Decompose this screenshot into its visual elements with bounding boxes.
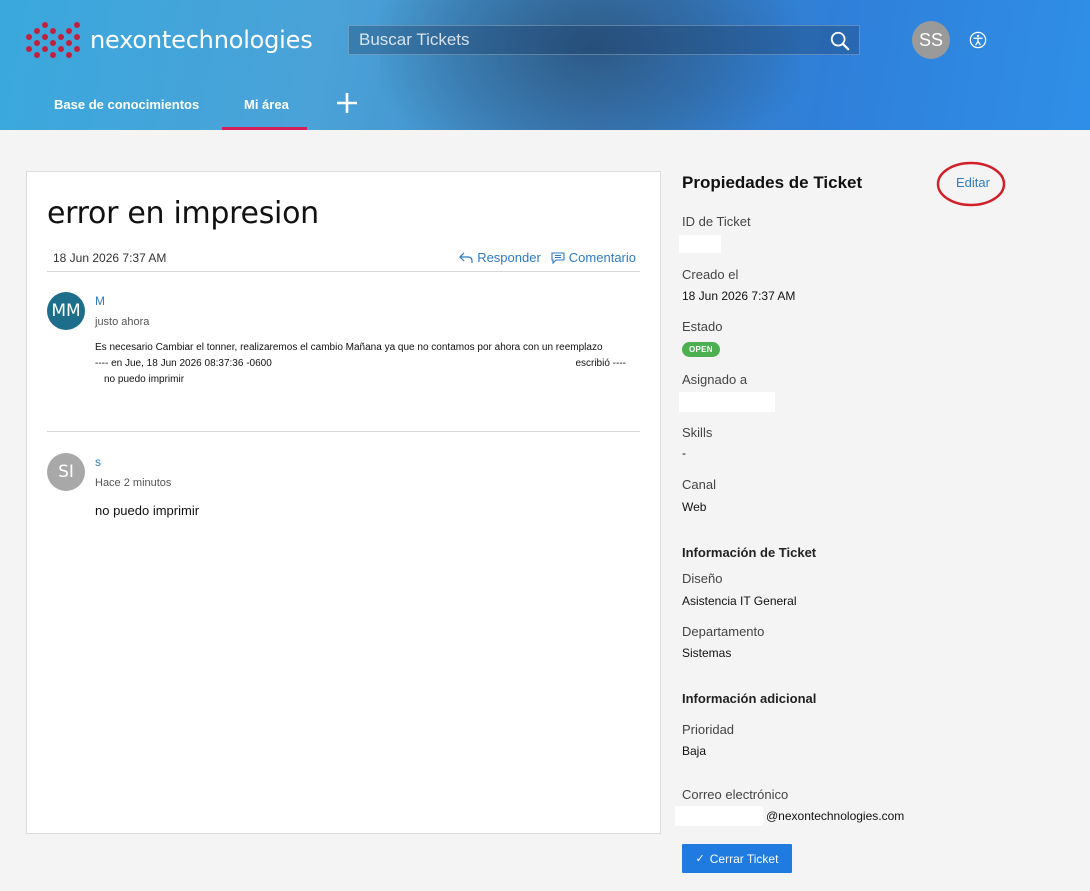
comment-button[interactable]: Comentario xyxy=(551,250,636,265)
status-label: Estado xyxy=(682,319,723,334)
priority-label: Prioridad xyxy=(682,722,735,737)
design-value: Asistencia IT General xyxy=(682,594,797,608)
ticket-date: 18 Jun 2026 7:37 AM xyxy=(53,251,167,265)
reply-icon xyxy=(459,252,473,263)
tab-my-area[interactable]: Mi área xyxy=(244,84,289,130)
close-ticket-button[interactable]: ✓ Cerrar Ticket xyxy=(682,844,792,873)
quote-wrote: escribió ---- xyxy=(575,358,626,369)
design-label: Diseño xyxy=(682,571,723,586)
thread-post: MM M justo ahora Es necesario Cambiar el… xyxy=(47,292,640,422)
avatar: MM xyxy=(47,292,85,330)
search-icon[interactable] xyxy=(829,30,851,52)
logo-dot xyxy=(74,22,80,28)
post-line: Es necesario Cambiar el tonner, realizar… xyxy=(95,342,603,353)
post-author[interactable]: M xyxy=(95,294,105,308)
top-header: nexontechnologies SS Base de conocimient… xyxy=(0,0,1090,130)
logo-dot xyxy=(34,52,40,58)
channel-label: Canal xyxy=(682,477,716,492)
logo-dot xyxy=(66,40,72,46)
comment-label: Comentario xyxy=(568,250,636,265)
search-input[interactable] xyxy=(349,26,859,54)
user-avatar[interactable]: SS xyxy=(912,21,950,59)
logo-dot xyxy=(42,46,48,52)
checkmark-icon: ✓ xyxy=(695,853,705,865)
skills-value: - xyxy=(682,446,686,460)
ticket-actions: Responder Comentario xyxy=(449,250,636,265)
assigned-label: Asignado a xyxy=(682,372,748,387)
priority-value: Baja xyxy=(682,744,707,758)
logo-dot xyxy=(34,40,40,46)
logo-dot xyxy=(74,46,80,52)
annotation-circle xyxy=(936,161,1006,207)
post-author[interactable]: s xyxy=(95,455,101,469)
department-label: Departamento xyxy=(682,624,765,639)
search-box xyxy=(348,25,860,55)
post-body: Es necesario Cambiar el tonner, realizar… xyxy=(95,340,630,388)
logo-dot xyxy=(74,34,80,40)
redacted-assignee xyxy=(679,392,775,412)
quoted-text: no puedo imprimir xyxy=(104,374,185,385)
status-badge: OPEN xyxy=(682,342,720,357)
ticket-id-label: ID de Ticket xyxy=(682,214,751,229)
logo-dot xyxy=(58,34,64,40)
logo-dot xyxy=(50,52,56,58)
skills-label: Skills xyxy=(682,425,713,440)
logo-dot xyxy=(26,46,32,52)
channel-value: Web xyxy=(682,500,707,514)
created-value: 18 Jun 2026 7:37 AM xyxy=(682,289,796,303)
logo-dot xyxy=(50,28,56,34)
ticket-detail-card: error en impresion 18 Jun 2026 7:37 AM R… xyxy=(26,171,661,834)
comment-icon xyxy=(551,251,565,264)
reply-button[interactable]: Responder xyxy=(459,250,541,265)
quote-date: ---- en Jue, 18 Jun 2026 08:37:36 -0600 xyxy=(95,358,272,369)
logo-dot xyxy=(34,28,40,34)
avatar: SI xyxy=(47,453,85,491)
add-tab-plus-icon[interactable] xyxy=(336,92,358,114)
redacted-ticket-id xyxy=(679,235,721,253)
additional-info-heading: Información adicional xyxy=(682,691,817,706)
properties-title: Propiedades de Ticket xyxy=(682,173,863,192)
logo-dot xyxy=(50,40,56,46)
department-value: Sistemas xyxy=(682,646,732,660)
active-tab-indicator xyxy=(222,127,307,130)
tab-knowledge-base[interactable]: Base de conocimientos xyxy=(54,84,199,130)
accessibility-icon[interactable] xyxy=(969,31,987,49)
redacted-email-user xyxy=(675,806,763,826)
created-label: Creado el xyxy=(682,267,739,282)
post-time: Hace 2 minutos xyxy=(95,477,172,489)
logo-dot xyxy=(42,22,48,28)
logo-dot xyxy=(42,34,48,40)
post-divider xyxy=(47,431,640,432)
logo-dot xyxy=(66,28,72,34)
email-value: @nexontechnologies.com xyxy=(766,809,905,823)
ticket-info-heading: Información de Ticket xyxy=(682,545,817,560)
reply-label: Responder xyxy=(477,250,541,265)
post-body: no puedo imprimir xyxy=(95,503,200,518)
ticket-title: error en impresion xyxy=(47,196,319,231)
brand-name: nexontechnologies xyxy=(90,26,313,54)
logo-dots-icon xyxy=(26,20,82,60)
header-divider xyxy=(47,271,640,272)
post-time: justo ahora xyxy=(95,316,150,328)
logo-dot xyxy=(26,34,32,40)
email-label: Correo electrónico xyxy=(682,787,789,802)
brand-logo[interactable]: nexontechnologies xyxy=(26,20,313,60)
logo-dot xyxy=(66,52,72,58)
main-nav: Base de conocimientos Mi área xyxy=(0,84,1090,130)
thread-post: SI s Hace 2 minutos no puedo imprimir xyxy=(47,453,640,533)
post-quote-header: ---- en Jue, 18 Jun 2026 08:37:36 -0600 … xyxy=(95,356,630,372)
close-ticket-label: Cerrar Ticket xyxy=(709,851,779,866)
logo-dot xyxy=(58,46,64,52)
